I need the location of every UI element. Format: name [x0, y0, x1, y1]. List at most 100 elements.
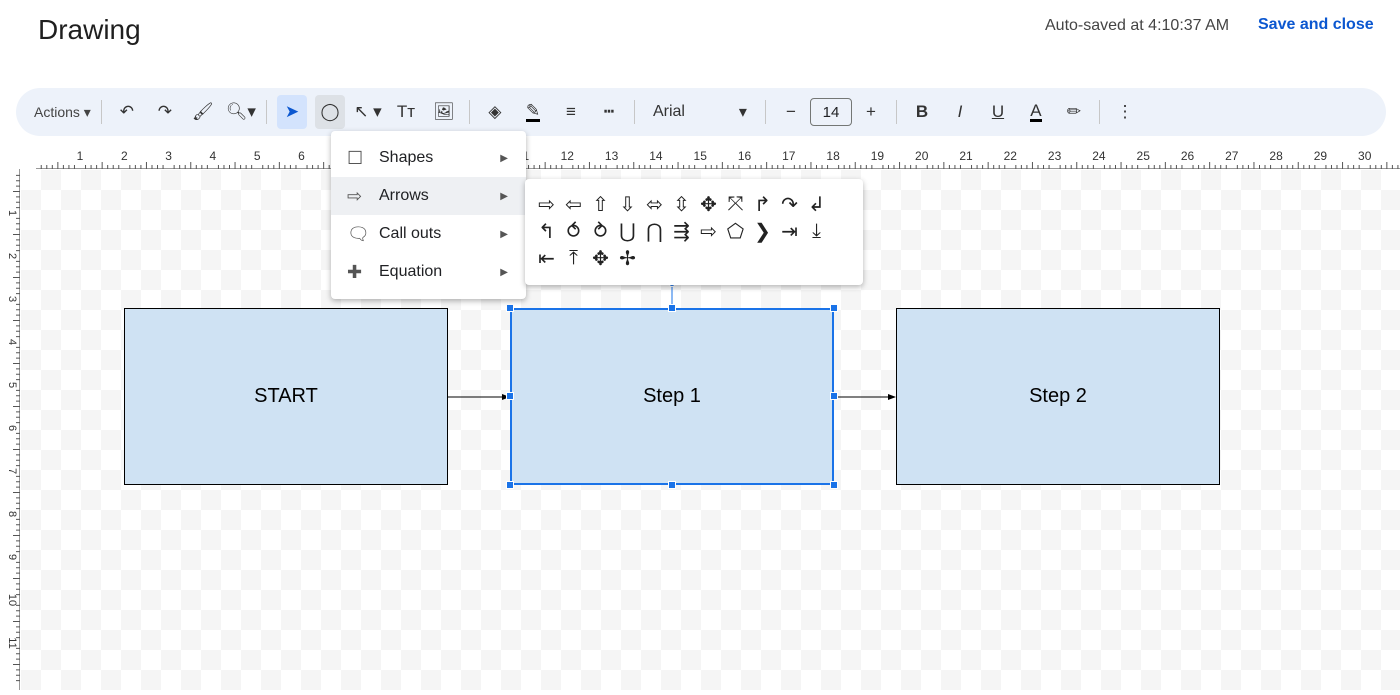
arrow-shape-icon[interactable]: ⇳: [668, 191, 695, 218]
divider: [895, 100, 897, 124]
arrow-shape-icon[interactable]: ⇩: [614, 191, 641, 218]
shape-menu: ☐ Shapes ▶ ⇨ Arrows ▶ 🗨 Call outs ▶ ✚ Equation ▶: [331, 131, 526, 299]
ruler-label: 1: [77, 149, 84, 163]
shape-step-2[interactable]: Step 2: [896, 308, 1220, 485]
zoom-icon[interactable]: 🔍︎▾: [226, 95, 256, 129]
resize-handle[interactable]: [830, 392, 838, 400]
menu-item-label: Arrows: [379, 187, 429, 204]
resize-handle[interactable]: [506, 304, 514, 312]
arrow-shape-icon[interactable]: ⋃: [614, 218, 641, 245]
border-weight-icon[interactable]: ≡: [556, 95, 586, 129]
shape-step-1[interactable]: Step 1: [510, 308, 834, 485]
resize-handle[interactable]: [668, 304, 676, 312]
resize-handle[interactable]: [830, 304, 838, 312]
ruler-label: 25: [1137, 149, 1151, 163]
arrow-shape-icon[interactable]: ⋂: [641, 218, 668, 245]
arrow-shape-icon[interactable]: ⥀: [560, 218, 587, 245]
border-dash-icon[interactable]: ┅: [594, 95, 624, 129]
arrow-shape-icon[interactable]: ↲: [803, 191, 830, 218]
arrow-shape-icon[interactable]: ⇥: [776, 218, 803, 245]
divider: [100, 100, 102, 124]
ruler-label: 29: [1314, 149, 1328, 163]
ruler-label: 5: [6, 382, 18, 388]
menu-item-arrows[interactable]: ⇨ Arrows ▶: [331, 177, 526, 215]
arrow-shape-icon[interactable]: ⬠: [722, 218, 749, 245]
arrow-right-icon: ⇨: [347, 185, 363, 206]
text-box-icon[interactable]: Tт: [391, 95, 421, 129]
font-name: Arial: [652, 103, 685, 120]
submenu-arrow-icon: ▶: [500, 266, 508, 278]
highlight-icon[interactable]: ✏: [1059, 95, 1089, 129]
divider: [468, 100, 470, 124]
submenu-arrow-icon: ▶: [500, 190, 508, 202]
arrow-shape-icon[interactable]: ⇶: [668, 218, 695, 245]
arrow-shape-icon[interactable]: ⤒: [560, 245, 587, 272]
arrow-shape-icon[interactable]: ⤓: [803, 218, 830, 245]
arrow-shape-icon[interactable]: ⇧: [587, 191, 614, 218]
arrow-shape-icon[interactable]: ⇦: [560, 191, 587, 218]
text-color-button[interactable]: A: [1021, 95, 1051, 129]
menu-item-label: Call outs: [379, 225, 442, 242]
more-options-icon[interactable]: ⋮: [1110, 95, 1140, 129]
increase-font-icon[interactable]: +: [856, 95, 886, 129]
ruler-label: 5: [254, 149, 261, 163]
ruler-label: 13: [605, 149, 619, 163]
resize-handle[interactable]: [668, 481, 676, 489]
menu-item-callouts[interactable]: 🗨 Call outs ▶: [331, 215, 526, 253]
redo-icon[interactable]: ↷: [150, 95, 180, 129]
ruler-label: 14: [649, 149, 663, 163]
font-size-input[interactable]: 14: [809, 98, 852, 126]
border-color-icon[interactable]: ✎: [518, 95, 548, 129]
arrow-shape-icon[interactable]: ❯: [749, 218, 776, 245]
arrow-shape-icon[interactable]: ⤧: [722, 191, 749, 218]
page-title: Drawing: [38, 14, 141, 45]
arrow-shape-icon[interactable]: ↱: [749, 191, 776, 218]
resize-handle[interactable]: [506, 392, 514, 400]
shape-start[interactable]: START: [124, 308, 448, 485]
ruler-label: 10: [6, 594, 18, 606]
undo-icon[interactable]: ↶: [112, 95, 142, 129]
arrow-shape-icon[interactable]: ✢: [614, 245, 641, 272]
horizontal-ruler: 1234567891011121314151617181920212223242…: [36, 145, 1400, 169]
arrow-shape-icon[interactable]: ✥: [695, 191, 722, 218]
arrow-shape-icon[interactable]: ⇨: [695, 218, 722, 245]
ruler-label: 11: [6, 637, 18, 648]
ruler-label: 21: [959, 149, 973, 163]
arrow-shape-icon[interactable]: ↷: [776, 191, 803, 218]
square-icon: ☐: [347, 147, 364, 168]
decrease-font-icon[interactable]: −: [776, 95, 806, 129]
select-icon[interactable]: ➤: [276, 95, 307, 129]
fill-color-icon[interactable]: ◈: [480, 95, 510, 129]
actions-menu[interactable]: Actions ▾: [34, 95, 91, 129]
ruler-label: 6: [298, 149, 305, 163]
arrow-shape-icon[interactable]: ⥁: [587, 218, 614, 245]
paint-format-icon[interactable]: 🖌: [188, 95, 218, 129]
ruler-label: 4: [210, 149, 217, 163]
shape-icon[interactable]: ◯: [314, 95, 345, 129]
ruler-label: 30: [1358, 149, 1372, 163]
bold-button[interactable]: B: [907, 95, 937, 129]
arrow-shape-icon[interactable]: ✥: [587, 245, 614, 272]
ruler-label: 15: [694, 149, 708, 163]
image-icon[interactable]: 🖼: [429, 95, 459, 129]
arrow-shape-icon[interactable]: ⇨: [533, 191, 560, 218]
menu-item-shapes[interactable]: ☐ Shapes ▶: [331, 139, 526, 177]
underline-button[interactable]: U: [983, 95, 1013, 129]
arrow-shape-icon[interactable]: ↰: [533, 218, 560, 245]
font-select[interactable]: Arial ▾: [645, 95, 755, 129]
italic-button[interactable]: I: [945, 95, 975, 129]
menu-item-equation[interactable]: ✚ Equation ▶: [331, 253, 526, 291]
ruler-label: 7: [6, 468, 18, 474]
ruler-label: 16: [738, 149, 752, 163]
arrow-shape-icon[interactable]: ⇤: [533, 245, 560, 272]
ruler-label: 17: [782, 149, 796, 163]
line-icon[interactable]: ↖ ▾: [353, 95, 383, 129]
save-and-close-button[interactable]: Save and close: [1258, 16, 1374, 34]
ruler-label: 28: [1269, 149, 1283, 163]
ruler-label: 27: [1225, 149, 1239, 163]
resize-handle[interactable]: [506, 481, 514, 489]
resize-handle[interactable]: [830, 481, 838, 489]
vertical-ruler: 1 2 3 4 5 6 7 8 9 10 11: [0, 169, 20, 690]
divider: [265, 100, 267, 124]
arrow-shape-icon[interactable]: ⬄: [641, 191, 668, 218]
